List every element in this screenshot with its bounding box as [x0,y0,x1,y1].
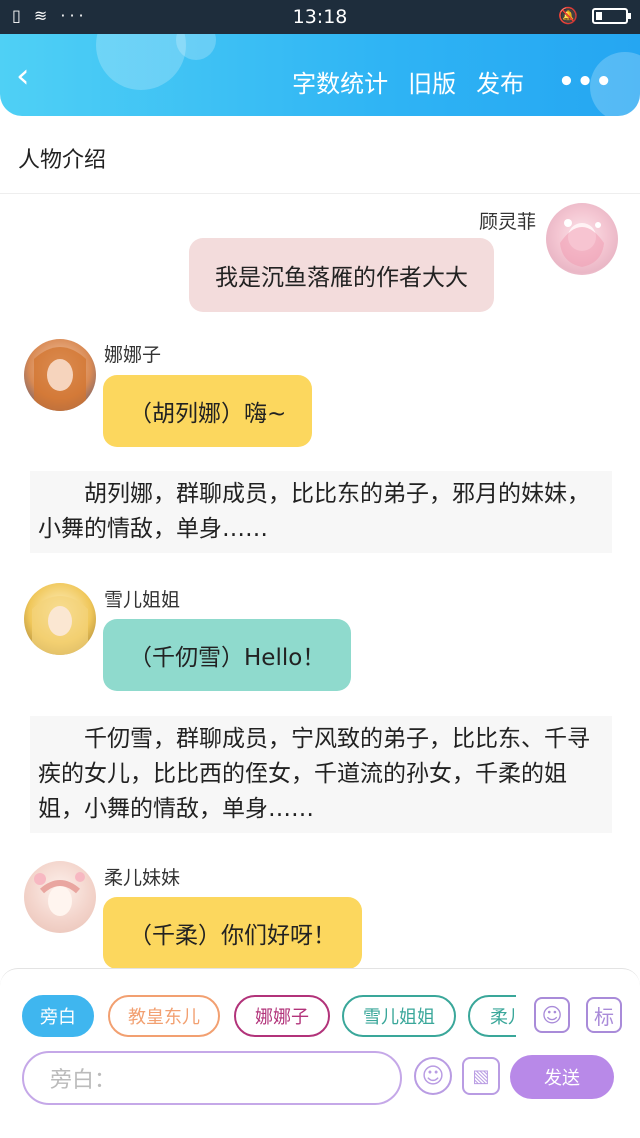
publish-button[interactable]: 发布 [476,64,524,99]
character-description: 千仞雪，群聊成员，宁风致的弟子，比比东、千寻疾的女儿，比比西的侄女，千道流的孙女… [30,716,612,833]
app-header: ‹ 字数统计 旧版 发布 ••• [0,34,640,116]
old-version-button[interactable]: 旧版 [408,64,456,99]
status-right-icons: 🔕 [558,6,631,25]
avatar-art-icon [34,347,86,411]
decor-bubble [96,34,186,90]
role-chip[interactable]: 雪儿姐姐 [342,995,456,1037]
message-input-placeholder: 旁白： [50,1068,117,1093]
back-icon[interactable]: ‹ [16,56,52,96]
avatar[interactable] [24,339,96,411]
message-input[interactable]: 旁白： [22,1051,402,1105]
avatar-art-icon [34,872,85,916]
role-chip[interactable]: 教皇东儿 [108,995,220,1037]
role-selector[interactable]: 旁白 教皇东儿 娜娜子 雪儿姐姐 柔儿 [22,995,516,1037]
composer-panel: 旁白 教皇东儿 娜娜子 雪儿姐姐 柔儿 ☺ 标 旁白： ☺ ▧ 发送 [0,968,640,1138]
role-chip-narrator[interactable]: 旁白 [22,995,94,1037]
sender-name: 娜娜子 [104,344,162,366]
more-icon[interactable]: ••• [558,67,614,97]
character-intro-label: 人物介绍 [18,148,107,173]
sender-name: 顾灵菲 [478,211,536,233]
role-chip[interactable]: 娜娜子 [234,995,330,1037]
status-time: 13:18 [292,6,348,28]
chat-bubble[interactable]: （胡列娜）嗨~ [103,375,313,447]
character-intro-row[interactable]: 人物介绍 [0,116,640,194]
chat-bubble[interactable]: （千仞雪）Hello！ [103,619,352,691]
send-button[interactable]: 发送 [510,1055,614,1099]
image-icon[interactable]: ▧ [462,1057,500,1095]
header-actions: 字数统计 旧版 发布 ••• [292,64,614,99]
emoji-icon[interactable]: ☺ [414,1057,452,1095]
mute-icon: 🔕 [558,6,578,25]
character-description: 胡列娜，群聊成员，比比东的弟子，邪月的妹妹，小舞的情敌，单身…… [30,471,612,553]
avatar[interactable] [24,583,96,655]
chat-bubble[interactable]: （千柔）你们好呀！ [103,897,362,969]
avatar[interactable] [546,203,618,275]
sender-name: 柔儿妹妹 [104,867,181,889]
word-count-button[interactable]: 字数统计 [292,64,388,99]
chat-area[interactable]: 顾灵菲 我是沉鱼落雁的作者大大 娜娜子 （胡列娜）嗨~ 胡列娜，群聊成员，比比东… [0,195,640,970]
role-manage-icon[interactable]: ☺ [534,997,570,1033]
avatar-art-icon [560,219,604,267]
avatar[interactable] [24,861,96,933]
chat-bubble[interactable]: 我是沉鱼落雁的作者大大 [189,238,494,312]
battery-icon [592,7,631,24]
role-chip[interactable]: 柔儿 [468,995,516,1037]
status-bar: ▯ ≋ ··· 13:18 🔕 [0,0,640,34]
avatar-art-icon [32,596,88,655]
sender-name: 雪儿姐姐 [104,589,181,611]
tag-button[interactable]: 标 [586,997,622,1033]
